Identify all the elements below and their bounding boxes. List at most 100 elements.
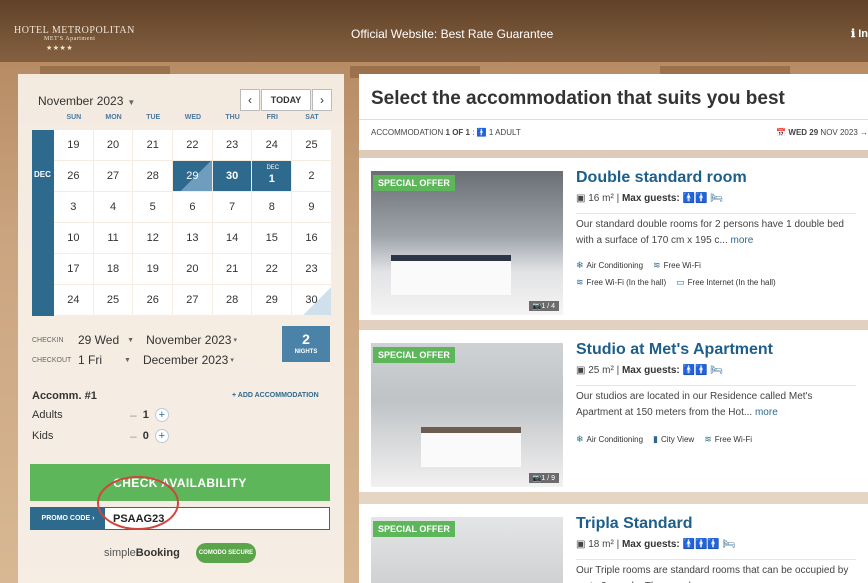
calendar-day[interactable]: 8	[252, 192, 292, 222]
chevron-down-icon: ▾	[233, 337, 237, 344]
amenities-row: ❄ Air Conditioning ▮ City View ≋ Free Wi-Fi	[576, 434, 752, 445]
checkout-row[interactable]: CHECKOUT 1 Fri ▼ December 2023 ▾	[32, 350, 237, 370]
room-size-row: ▣ 18 m² | Max guests: 🚹🚹🚹 🛏	[576, 539, 736, 550]
more-link[interactable]: more	[755, 407, 778, 418]
calendar-day[interactable]: 3	[54, 192, 93, 222]
stay-date[interactable]: 📅 WED 29 NOV 2023 →	[776, 128, 868, 137]
room-photo[interactable]: SPECIAL OFFER 📷1 / 9	[371, 343, 563, 487]
building-icon: ▮	[653, 434, 658, 444]
calendar-day[interactable]: 19	[133, 254, 173, 284]
calendar-day[interactable]: 26	[54, 161, 93, 191]
photo-counter: 📷1 / 4	[528, 301, 559, 311]
calendar-day[interactable]: 25	[93, 285, 133, 315]
amenity-label: Air Conditioning	[586, 435, 644, 444]
amenity: ≋ Free Wi-Fi	[653, 260, 701, 271]
calendar-day[interactable]: 5	[133, 192, 173, 222]
today-button[interactable]: TODAY	[261, 89, 311, 111]
chevron-down-icon: ▼	[127, 336, 135, 344]
summary-guests: : 🚹 1 ADULT	[472, 128, 521, 137]
calendar-day[interactable]: 27	[173, 285, 212, 315]
room-photo[interactable]: SPECIAL OFFER	[371, 517, 563, 583]
calendar-day[interactable]: 23	[292, 254, 331, 284]
nights-badge: 2 NIGHTS	[282, 326, 330, 362]
amenity: ≋ Free Wi-Fi (In the hall)	[576, 277, 666, 288]
wifi-icon: ≋	[704, 434, 712, 444]
calendar-day[interactable]: 17	[54, 254, 93, 284]
calendar-day[interactable]: 15	[252, 223, 292, 253]
brand-bold: Booking	[135, 547, 180, 559]
room-title[interactable]: Double standard room	[576, 169, 747, 187]
summary-count: 1 OF 1	[445, 128, 470, 137]
calendar-day[interactable]: 26	[133, 285, 173, 315]
room-card: SPECIAL OFFER 📷1 / 4 Double standard roo…	[359, 158, 868, 320]
calendar-day[interactable]: 11	[93, 223, 133, 253]
amenity-label: Air Conditioning	[586, 261, 644, 270]
room-title[interactable]: Tripla Standard	[576, 515, 692, 533]
accommodation-label: Accomm. #1	[32, 390, 97, 402]
kids-plus-button[interactable]: +	[154, 429, 169, 443]
info-link[interactable]: ℹ In	[851, 27, 868, 40]
calendar-day[interactable]: 14	[212, 223, 252, 253]
calendar-day[interactable]: 28	[212, 285, 252, 315]
calendar-day[interactable]: 24	[252, 130, 292, 160]
calendar-day[interactable]: 16	[292, 223, 331, 253]
chevron-down-icon: ▼	[124, 356, 131, 364]
calendar-day-selected[interactable]: 30	[212, 161, 252, 191]
calendar-day[interactable]: 22	[252, 254, 292, 284]
amenity: ≋ Free Wi-Fi	[704, 434, 752, 445]
calendar-day[interactable]: 2	[292, 161, 331, 191]
calendar-day[interactable]: 12	[133, 223, 173, 253]
calendar-day[interactable]: 21	[133, 130, 173, 160]
add-accommodation-button[interactable]: + ADD ACCOMMODATION	[232, 392, 319, 399]
amenity-label: Free Wi-Fi	[663, 261, 701, 270]
calendar-day[interactable]: 29	[252, 285, 292, 315]
amenity: ▮ City View	[653, 434, 694, 445]
calendar-day[interactable]: 13	[173, 223, 212, 253]
calendar-day-checkin[interactable]: 29	[173, 161, 212, 191]
calendar-day[interactable]: 21	[212, 254, 252, 284]
more-link[interactable]: more	[731, 235, 754, 246]
calendar-day[interactable]: 18	[93, 254, 133, 284]
check-availability-button[interactable]: CHECK AVAILABILITY	[30, 464, 330, 501]
kids-label: Kids	[32, 430, 54, 442]
calendar-day[interactable]: 30	[292, 285, 331, 315]
month-marker-column: DEC	[32, 130, 54, 316]
month-select[interactable]: November 2023 ▼	[38, 94, 135, 108]
checkin-row[interactable]: CHECKIN 29 Wed ▼ November 2023 ▾	[32, 330, 237, 350]
calendar-day-number: 1	[268, 173, 275, 185]
adults-plus-button[interactable]: +	[154, 408, 169, 422]
hotel-logo[interactable]: HOTEL METROPOLITAN MET'S Apartment ★★★★	[14, 26, 135, 53]
amenity-label: Free Wi-Fi (In the hall)	[586, 278, 667, 287]
nights-value: 2	[302, 331, 310, 347]
calendar-day[interactable]: 19	[54, 130, 93, 160]
calendar-day[interactable]: 27	[93, 161, 133, 191]
wifi-icon: ≋	[653, 260, 661, 270]
results-panel: Select the accommodation that suits you …	[359, 74, 868, 583]
calendar-day[interactable]: 22	[173, 130, 212, 160]
kids-minus-button[interactable]: –	[130, 429, 137, 443]
calendar-day[interactable]: 28	[133, 161, 173, 191]
calendar-day[interactable]: 10	[54, 223, 93, 253]
next-month-button[interactable]: ›	[312, 89, 332, 111]
calendar-day[interactable]: 6	[173, 192, 212, 222]
stay-date-month: NOV 2023 →	[820, 128, 868, 137]
calendar-day[interactable]: 9	[292, 192, 331, 222]
weekday-label: SUN	[66, 114, 82, 121]
calendar-day[interactable]: 4	[93, 192, 133, 222]
room-description-text: Our standard double rooms for 2 persons …	[576, 219, 844, 246]
calendar-day[interactable]: 7	[212, 192, 252, 222]
room-size: 25 m²	[588, 365, 614, 376]
amenity-label: City View	[660, 435, 695, 444]
calendar-day[interactable]: 24	[54, 285, 93, 315]
calendar-day[interactable]: 20	[173, 254, 212, 284]
room-title[interactable]: Studio at Met's Apartment	[576, 341, 773, 359]
prev-month-button[interactable]: ‹	[240, 89, 260, 111]
nights-label: NIGHTS	[294, 349, 318, 355]
calendar-day[interactable]: 25	[292, 130, 331, 160]
calendar-day[interactable]: 23	[212, 130, 252, 160]
room-photo[interactable]: SPECIAL OFFER 📷1 / 4	[371, 171, 563, 315]
adults-minus-button[interactable]: –	[130, 408, 137, 422]
calendar-day[interactable]: 20	[93, 130, 133, 160]
snowflake-icon: ❄	[576, 434, 584, 444]
calendar-day-checkout[interactable]: DEC 1	[252, 161, 292, 191]
